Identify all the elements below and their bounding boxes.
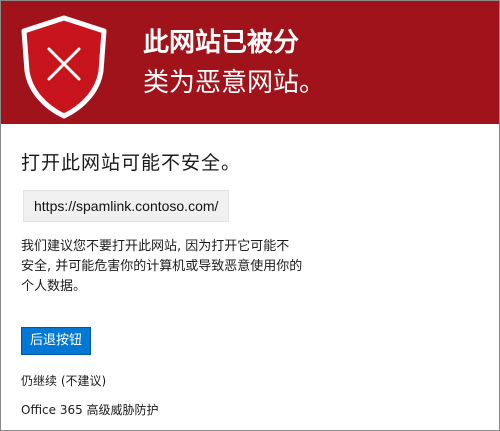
warning-line-3: 个人数据。: [21, 279, 87, 294]
footer-product-name: Office 365 高级威胁防护: [21, 403, 159, 417]
banner-title-line-2: 类为恶意网站。: [143, 68, 326, 98]
warning-line-2: 安全, 并可能危害你的计算机或导致恶意使用你的: [21, 259, 303, 274]
warning-description: 我们建议您不要打开此网站, 因为打开它可能不 安全, 并可能危害你的计算机或导致…: [21, 237, 346, 297]
warning-banner: 此网站已被分 类为恶意网站。: [1, 1, 499, 124]
page-heading: 打开此网站可能不安全。: [21, 152, 242, 174]
content-area: 打开此网站可能不安全。 https://spamlink.contoso.com…: [1, 124, 499, 430]
back-button[interactable]: 后退按钮: [21, 327, 92, 355]
shield-x-icon: [21, 15, 107, 119]
banner-title-line-1: 此网站已被分: [143, 28, 300, 58]
continue-anyway-link[interactable]: 仍继续 (不建议): [21, 372, 106, 389]
banner-title: 此网站已被分 类为恶意网站。: [143, 23, 483, 103]
blocked-url: https://spamlink.contoso.com/: [23, 190, 230, 222]
warning-page: 此网站已被分 类为恶意网站。 打开此网站可能不安全。 https://spaml…: [0, 0, 500, 431]
warning-line-1: 我们建议您不要打开此网站, 因为打开它可能不: [21, 239, 290, 254]
